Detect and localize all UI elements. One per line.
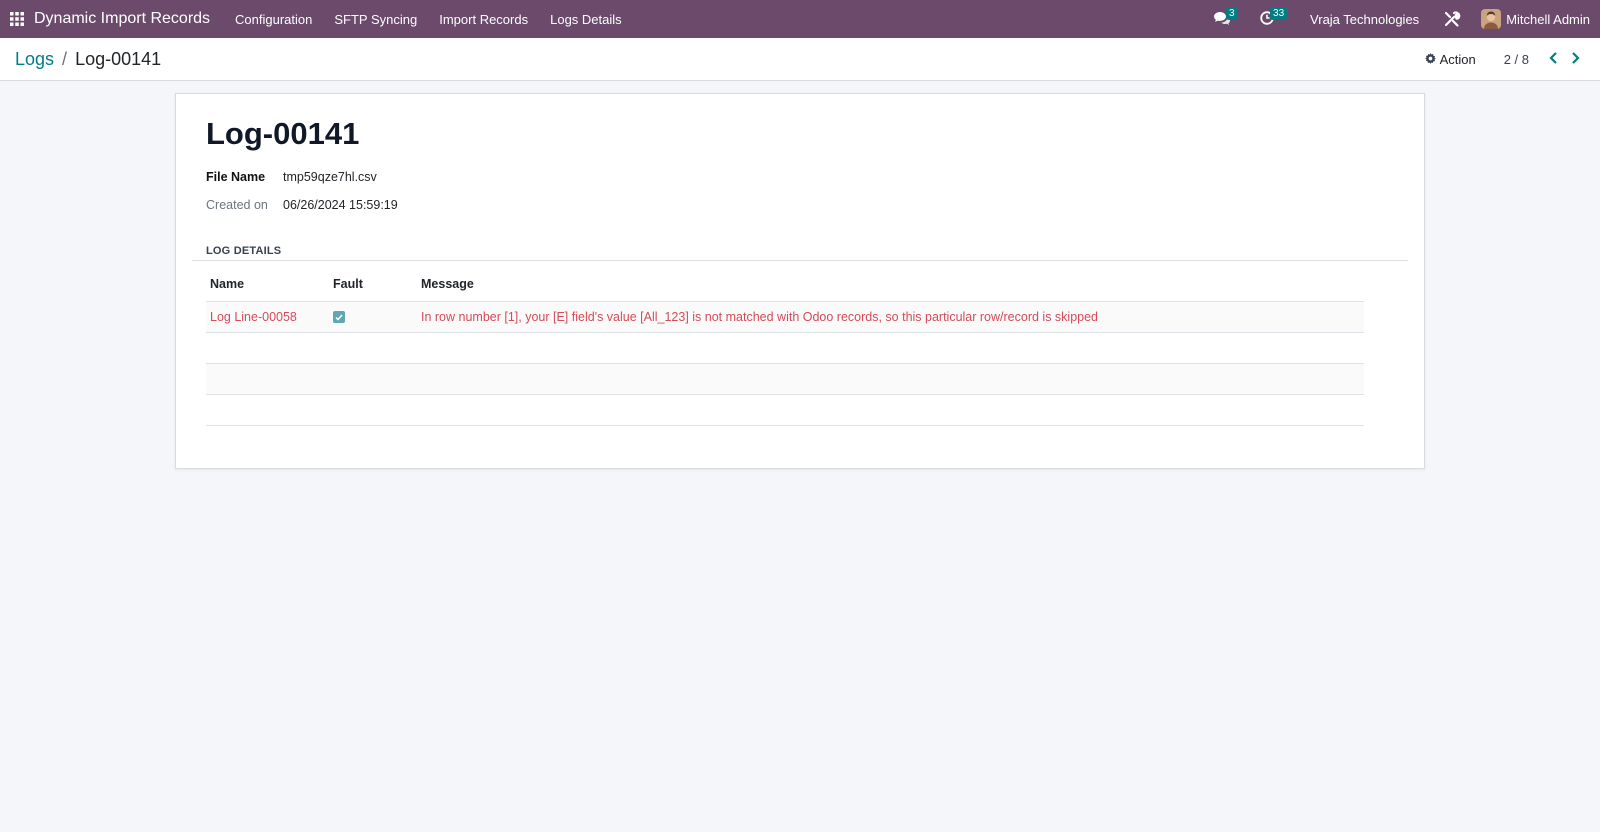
menu-configuration[interactable]: Configuration bbox=[224, 0, 323, 38]
created-on-label: Created on bbox=[206, 198, 268, 212]
menu-logs-details[interactable]: Logs Details bbox=[539, 0, 633, 38]
breadcrumb-logs-link[interactable]: Logs bbox=[15, 49, 54, 70]
apps-grid-icon[interactable] bbox=[0, 0, 34, 38]
fault-checkbox[interactable] bbox=[333, 311, 345, 323]
top-navbar: Dynamic Import Records Configuration SFT… bbox=[0, 0, 1600, 38]
tools-icon[interactable] bbox=[1431, 0, 1473, 38]
log-details-section-title: LOG DETAILS bbox=[206, 245, 282, 257]
messages-button[interactable]: 3 bbox=[1202, 0, 1242, 38]
action-label: Action bbox=[1439, 51, 1476, 67]
breadcrumb-separator: / bbox=[62, 48, 68, 69]
breadcrumb-current: Log-00141 bbox=[75, 48, 162, 69]
chevron-left-icon bbox=[1548, 51, 1558, 67]
header-message[interactable]: Message bbox=[421, 277, 1364, 291]
created-on-field: Created on 06/26/2024 15:59:19 bbox=[206, 198, 398, 212]
activities-button[interactable]: 33 bbox=[1248, 0, 1288, 38]
empty-row bbox=[206, 364, 1364, 395]
pager-next-button[interactable] bbox=[1565, 49, 1585, 69]
messages-badge: 3 bbox=[1226, 7, 1238, 20]
user-menu[interactable]: Mitchell Admin bbox=[1473, 9, 1600, 29]
control-panel: Logs / Log-00141 Action 2 / 8 bbox=[0, 38, 1600, 81]
header-name[interactable]: Name bbox=[206, 277, 331, 291]
gear-icon bbox=[1424, 52, 1440, 67]
section-divider bbox=[192, 260, 1408, 261]
record-title: Log-00141 bbox=[206, 116, 360, 151]
app-name[interactable]: Dynamic Import Records bbox=[34, 10, 210, 28]
pager-previous-button[interactable] bbox=[1543, 49, 1563, 69]
created-on-value: 06/26/2024 15:59:19 bbox=[283, 198, 398, 212]
log-line-message: In row number [1], your [E] field's valu… bbox=[421, 310, 1099, 324]
menu-sftp-syncing[interactable]: SFTP Syncing bbox=[323, 0, 428, 38]
fault-cell bbox=[331, 311, 421, 323]
user-name: Mitchell Admin bbox=[1506, 11, 1590, 27]
breadcrumb: Logs / Log-00141 bbox=[15, 49, 161, 70]
table-row[interactable]: Log Line-00058 In row number [1], your [… bbox=[206, 302, 1364, 333]
log-line-name: Log Line-00058 bbox=[210, 310, 297, 324]
company-switcher[interactable]: Vraja Technologies bbox=[1298, 12, 1431, 27]
table-header: Name Fault Message bbox=[206, 266, 1364, 302]
form-sheet: Log-00141 File Name tmp59qze7hl.csv Crea… bbox=[175, 93, 1425, 469]
activities-badge: 33 bbox=[1270, 7, 1288, 20]
header-fault[interactable]: Fault bbox=[331, 277, 421, 291]
menu-import-records[interactable]: Import Records bbox=[428, 0, 539, 38]
pager-value[interactable]: 2 / 8 bbox=[1504, 52, 1529, 67]
empty-row bbox=[206, 333, 1364, 364]
file-name-label: File Name bbox=[206, 170, 266, 184]
action-button[interactable]: Action bbox=[1424, 51, 1476, 67]
file-name-value: tmp59qze7hl.csv bbox=[283, 170, 377, 184]
empty-row bbox=[206, 395, 1364, 426]
avatar bbox=[1481, 9, 1502, 29]
file-name-field: File Name tmp59qze7hl.csv bbox=[206, 170, 377, 184]
chevron-right-icon bbox=[1571, 51, 1580, 67]
log-lines-table: Name Fault Message Log Line-00058 In row… bbox=[206, 266, 1364, 426]
